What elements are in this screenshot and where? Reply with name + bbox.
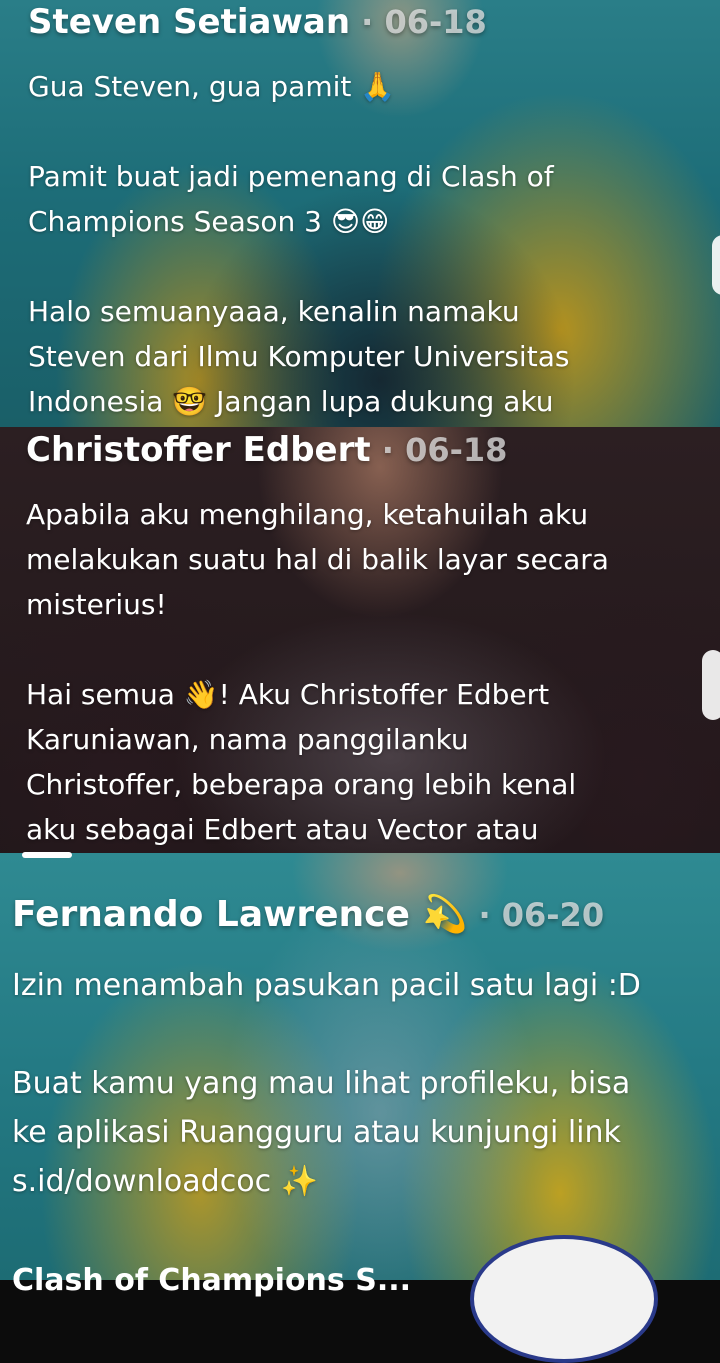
comment-header: Steven Setiawan · 06-18 bbox=[28, 2, 688, 42]
comment-line: Gua Steven, gua pamit 🙏 bbox=[28, 70, 396, 103]
comment-line: aku sebagai Edbert atau Vector atau bbox=[26, 813, 539, 846]
comment-line: Christoffer, beberapa orang lebih kenal bbox=[26, 768, 577, 801]
separator: · bbox=[370, 431, 406, 469]
comment-line: Indonesia 🤓 Jangan lupa dukung aku bbox=[28, 385, 554, 418]
comment-card[interactable]: Steven Setiawan · 06-18 Gua Steven, gua … bbox=[28, 2, 688, 469]
comment-line: Buat kamu yang mau lihat profileku, bisa bbox=[12, 1066, 631, 1101]
author-name[interactable]: Fernando Lawrence 💫 bbox=[12, 894, 467, 935]
comment-paragraph: Gua Steven, gua pamit 🙏 bbox=[28, 64, 688, 109]
comment-line: misterius! bbox=[26, 588, 167, 621]
comment-header: Christoffer Edbert · 06-18 bbox=[26, 430, 686, 470]
comment-line: Champions Season 3 😎😁 bbox=[28, 205, 390, 238]
partial-caption: Clash of Champions S... bbox=[12, 1263, 412, 1298]
side-handle[interactable] bbox=[702, 650, 720, 720]
comment-line: melakukan suatu hal di balik layar secar… bbox=[26, 543, 609, 576]
comment-line: Karuniawan, nama panggilanku bbox=[26, 723, 469, 756]
comment-date: 06-18 bbox=[405, 431, 508, 469]
comment-paragraph: Hai semua 👋! Aku Christoffer Edbert Karu… bbox=[26, 672, 686, 852]
comment-card[interactable]: Christoffer Edbert · 06-18 Apabila aku m… bbox=[26, 430, 686, 897]
comment-date: 06-18 bbox=[384, 3, 487, 41]
comment-header: Fernando Lawrence 💫 · 06-20 bbox=[12, 893, 712, 935]
author-name[interactable]: Christoffer Edbert bbox=[26, 430, 371, 470]
comment-line: Hai semua 👋! Aku Christoffer Edbert bbox=[26, 678, 550, 711]
comment-body: Izin menambah pasukan pacil satu lagi :D… bbox=[12, 961, 712, 1206]
comment-line: s.id/downloadcoc ✨ bbox=[12, 1164, 318, 1199]
side-handle[interactable] bbox=[712, 235, 720, 295]
comment-paragraph: Halo semuanyaaa, kenalin namaku Steven d… bbox=[28, 289, 688, 424]
comment-line: Izin menambah pasukan pacil satu lagi :D bbox=[12, 968, 641, 1003]
comment-body: Gua Steven, gua pamit 🙏 Pamit buat jadi … bbox=[28, 64, 688, 424]
comment-line: Pamit buat jadi pemenang di Clash of bbox=[28, 160, 554, 193]
comment-paragraph: Apabila aku menghilang, ketahuilah aku m… bbox=[26, 492, 686, 627]
author-name[interactable]: Steven Setiawan bbox=[28, 2, 350, 42]
separator: · bbox=[467, 896, 502, 934]
comment-paragraph: Izin menambah pasukan pacil satu lagi :D bbox=[12, 961, 712, 1010]
comment-card[interactable]: Fernando Lawrence 💫 · 06-20 Izin menamba… bbox=[12, 893, 712, 1255]
comment-line: Halo semuanyaaa, kenalin namaku bbox=[28, 295, 520, 328]
comment-date: 06-20 bbox=[501, 896, 605, 934]
comment-line: Steven dari Ilmu Komputer Universitas bbox=[28, 340, 570, 373]
comment-body: Apabila aku menghilang, ketahuilah aku m… bbox=[26, 492, 686, 852]
comment-paragraph: Buat kamu yang mau lihat profileku, bisa… bbox=[12, 1059, 712, 1206]
comment-line: ke aplikasi Ruangguru atau kunjungi link bbox=[12, 1115, 621, 1150]
comment-paragraph: Pamit buat jadi pemenang di Clash of Cha… bbox=[28, 154, 688, 244]
comment-line: Apabila aku menghilang, ketahuilah aku bbox=[26, 498, 589, 531]
separator: · bbox=[350, 3, 385, 41]
